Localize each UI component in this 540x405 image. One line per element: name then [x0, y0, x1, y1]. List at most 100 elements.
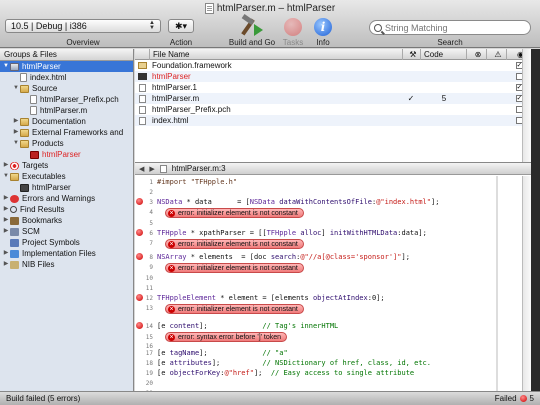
- sidebar-item-label: index.html: [30, 73, 67, 82]
- build-label: Build and Go: [228, 38, 276, 47]
- disclosure-open-icon[interactable]: ▼: [12, 83, 20, 94]
- editor-file-name[interactable]: htmlParser.m:3: [172, 164, 226, 173]
- warning-cell: [487, 104, 507, 115]
- sidebar-item-label: htmlParser: [32, 183, 71, 192]
- forward-arrow-icon[interactable]: ▶: [149, 165, 154, 173]
- file-icon: [139, 105, 146, 114]
- sidebar-item[interactable]: ▶ Documentation: [0, 116, 133, 127]
- overview-popup[interactable]: 10.5 | Debug | i386 ▲ ▼: [5, 19, 161, 33]
- code-line: [e content]; // Tag's innerHTML: [157, 322, 339, 330]
- error-marker-icon[interactable]: [136, 322, 143, 329]
- warning-cell: [487, 93, 507, 104]
- disclosure-open-icon[interactable]: ▼: [2, 171, 10, 182]
- info-button[interactable]: i: [310, 16, 336, 38]
- error-marker-icon[interactable]: [136, 229, 143, 236]
- editor-gutter: 123456789101112131415161718192021: [135, 176, 157, 391]
- back-arrow-icon[interactable]: ◀: [139, 165, 144, 173]
- build-and-go-button[interactable]: [239, 14, 265, 38]
- error-bubble[interactable]: error: initializer element is not consta…: [165, 239, 304, 249]
- sidebar-item[interactable]: index.html: [0, 72, 133, 83]
- sidebar-item[interactable]: ▶ Find Results: [0, 204, 133, 215]
- sidebar-item[interactable]: ▶ NIB Files: [0, 259, 133, 270]
- column-code[interactable]: Code: [421, 49, 467, 60]
- sidebar-item[interactable]: ▼ Products: [0, 138, 133, 149]
- line-number: 7: [149, 240, 153, 247]
- sidebar-item-label: Errors and Warnings: [22, 194, 96, 203]
- action-label: Action: [169, 38, 193, 47]
- disclosure-closed-icon[interactable]: ▶: [2, 226, 10, 237]
- exec-icon: [20, 183, 29, 192]
- code-line: [e objectForKey:@"href"]; // Easy access…: [157, 369, 415, 377]
- build-status-text: Build failed (5 errors): [6, 394, 81, 403]
- error-bubble[interactable]: error: initializer element is not consta…: [165, 263, 304, 273]
- search-field[interactable]: [369, 20, 531, 35]
- search-input[interactable]: [385, 22, 525, 33]
- sidebar-item[interactable]: ▶ Errors and Warnings: [0, 193, 133, 204]
- error-cell: [467, 82, 487, 93]
- error-marker-icon[interactable]: [136, 253, 143, 260]
- exec-icon: [138, 73, 147, 80]
- sidebar-item[interactable]: htmlParser: [0, 182, 133, 193]
- sidebar-item[interactable]: ▼ Source: [0, 83, 133, 94]
- file-list-scrollbar[interactable]: [522, 49, 531, 162]
- disclosure-closed-icon[interactable]: ▶: [2, 248, 10, 259]
- file-icon: [139, 94, 146, 103]
- column-icon[interactable]: [135, 49, 150, 60]
- sidebar-item[interactable]: ▼ htmlParser: [0, 61, 133, 72]
- tasks-button[interactable]: [280, 16, 306, 38]
- file-list-row[interactable]: htmlParser: [135, 71, 531, 82]
- sidebar-item[interactable]: ▶ SCM: [0, 226, 133, 237]
- disclosure-open-icon[interactable]: ▼: [2, 61, 10, 72]
- sidebar-item[interactable]: htmlParser.m: [0, 105, 133, 116]
- sidebar-item[interactable]: ▶ Targets: [0, 160, 133, 171]
- error-count[interactable]: 5: [530, 394, 534, 403]
- file-list-row[interactable]: htmlParser.m ✓ 5 ✓: [135, 93, 531, 104]
- sidebar-item-label: External Frameworks and: [32, 128, 124, 137]
- sidebar-item[interactable]: ▶ External Frameworks and: [0, 127, 133, 138]
- file-icon: [139, 116, 146, 125]
- sidebar-item[interactable]: ▼ Executables: [0, 171, 133, 182]
- disclosure-closed-icon[interactable]: ▶: [2, 160, 10, 171]
- error-bubble[interactable]: error: syntax error before ']' token: [165, 332, 288, 342]
- column-file-name[interactable]: File Name: [150, 49, 403, 60]
- file-list-row[interactable]: Foundation.framework ✓: [135, 60, 531, 71]
- stop-icon: [284, 18, 302, 36]
- file-list-rows: Foundation.framework ✓ htmlParser htmlParse…: [135, 60, 531, 126]
- error-bubble[interactable]: error: initializer element is not consta…: [165, 208, 304, 218]
- sidebar-item-label: SCM: [22, 227, 40, 236]
- row-icon-cell: [135, 93, 150, 104]
- sidebar-item[interactable]: htmlParser: [0, 149, 133, 160]
- sidebar-item[interactable]: Project Symbols: [0, 237, 133, 248]
- disclosure-closed-icon[interactable]: ▶: [2, 193, 10, 204]
- column-build[interactable]: ⚒: [403, 49, 421, 60]
- file-list-row[interactable]: htmlParser_Prefix.pch: [135, 104, 531, 115]
- error-marker-icon[interactable]: [136, 198, 143, 205]
- action-button[interactable]: ✱▾: [168, 19, 194, 33]
- file-list-row[interactable]: htmlParser.1 ✓: [135, 82, 531, 93]
- build-check: ✓: [407, 94, 415, 103]
- error-cell: [467, 60, 487, 71]
- error-bubble[interactable]: error: initializer element is not consta…: [165, 304, 304, 314]
- file-list-row[interactable]: index.html: [135, 115, 531, 126]
- disclosure-closed-icon[interactable]: ▶: [12, 116, 20, 127]
- disclosure-closed-icon[interactable]: ▶: [2, 215, 10, 226]
- editor-scrollbar[interactable]: [522, 176, 531, 391]
- disclosure-closed-icon[interactable]: ▶: [2, 259, 10, 270]
- build-check: [401, 104, 421, 115]
- file-icon: [30, 95, 37, 104]
- disclosure-closed-icon[interactable]: ▶: [12, 127, 20, 138]
- column-warnings[interactable]: ⚠: [487, 49, 507, 60]
- sidebar-item[interactable]: ▶ Implementation Files: [0, 248, 133, 259]
- editor-nav-bar: ◀ ▶ htmlParser.m:3: [135, 163, 531, 175]
- search-icon: [374, 23, 382, 32]
- file-icon: [159, 164, 167, 173]
- disclosure-open-icon[interactable]: ▼: [12, 138, 20, 149]
- sidebar-item[interactable]: ▶ Bookmarks: [0, 215, 133, 226]
- code-text[interactable]: #import "TFHpple.h" NSData * data = [NSD…: [157, 176, 521, 391]
- error-marker-icon[interactable]: [136, 294, 143, 301]
- column-errors[interactable]: ⊗: [467, 49, 487, 60]
- line-number: 13: [145, 305, 153, 312]
- folder-icon: [10, 172, 19, 181]
- disclosure-closed-icon[interactable]: ▶: [2, 204, 10, 215]
- sidebar-item[interactable]: htmlParser_Prefix.pch: [0, 94, 133, 105]
